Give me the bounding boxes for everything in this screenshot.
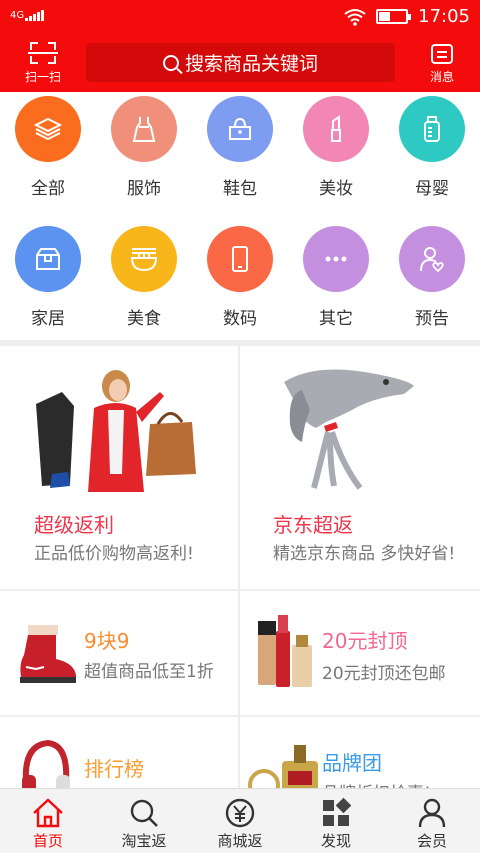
category-grid: 全部 服饰 鞋包 美妆 母婴 家居 美食 数码 其它 预告 bbox=[0, 92, 480, 342]
promo-twenty-yuan[interactable]: 20元封顶 20元封顶还包邮 bbox=[240, 591, 480, 715]
nav-label: 发现 bbox=[320, 832, 351, 850]
jd-mascot-image bbox=[284, 369, 414, 490]
category-label: 鞋包 bbox=[223, 179, 257, 199]
nav-member[interactable]: 会员 bbox=[384, 789, 480, 853]
battery-icon bbox=[376, 9, 412, 24]
nav-label: 首页 bbox=[32, 832, 63, 850]
promo-ranking[interactable]: 排行榜 bbox=[0, 717, 238, 788]
messages-label: 消息 bbox=[429, 70, 454, 84]
category-label: 母婴 bbox=[415, 179, 449, 199]
promo-super-rebate[interactable]: 超级返利 正品低价购物高返利! bbox=[0, 346, 238, 589]
promo-subtitle: 超值商品低至1折 bbox=[84, 662, 214, 682]
nav-home[interactable]: 首页 bbox=[0, 789, 96, 853]
category-food[interactable]: 美食 bbox=[96, 222, 192, 340]
home-icon bbox=[33, 798, 63, 828]
scan-button[interactable]: 扫一扫 bbox=[20, 42, 66, 86]
nav-taobao-rebate[interactable]: 淘宝返 bbox=[96, 789, 192, 853]
noodle-bowl-icon bbox=[111, 226, 177, 292]
promo-jd-rebate[interactable]: 京东超返 精选京东商品 多快好省! bbox=[240, 346, 480, 589]
bottom-nav: 首页 淘宝返 商城返 发现 会员 bbox=[0, 788, 480, 853]
promo-nine-yuan[interactable]: 9块9 超值商品低至1折 bbox=[0, 591, 238, 715]
search-icon bbox=[162, 54, 179, 71]
nav-label: 商城返 bbox=[217, 832, 263, 850]
category-label: 美妆 bbox=[319, 179, 353, 199]
user-icon bbox=[418, 798, 446, 828]
nav-label: 淘宝返 bbox=[121, 832, 167, 850]
search-placeholder: 搜索商品关键词 bbox=[184, 53, 318, 75]
top-bar: 4G 17:05 扫一扫 搜索商品关键词 消息 bbox=[0, 0, 480, 92]
scan-icon bbox=[28, 42, 58, 64]
promo-title: 超级返利 bbox=[34, 513, 114, 537]
promo-subtitle: 精选京东商品 多快好省! bbox=[273, 544, 456, 564]
dress-icon bbox=[111, 96, 177, 162]
category-shoes-bags[interactable]: 鞋包 bbox=[192, 92, 288, 210]
yen-coin-icon bbox=[225, 798, 255, 828]
scan-label: 扫一扫 bbox=[24, 70, 61, 84]
status-bar: 4G 17:05 bbox=[0, 0, 480, 34]
discover-grid-icon bbox=[323, 797, 352, 826]
category-label: 数码 bbox=[223, 309, 257, 329]
category-home[interactable]: 家居 bbox=[0, 222, 96, 340]
headphones-image bbox=[22, 739, 70, 788]
category-label: 全部 bbox=[31, 179, 65, 199]
perfume-image bbox=[248, 745, 318, 788]
search-bar[interactable]: 搜索商品关键词 bbox=[86, 43, 395, 82]
wifi-icon bbox=[344, 8, 366, 26]
nav-discover[interactable]: 发现 bbox=[288, 789, 384, 853]
category-maternity[interactable]: 母婴 bbox=[384, 92, 480, 210]
more-icon bbox=[303, 226, 369, 292]
nav-mall-rebate[interactable]: 商城返 bbox=[192, 789, 288, 853]
category-preview[interactable]: 预告 bbox=[384, 222, 480, 340]
promo-title: 9块9 bbox=[84, 629, 130, 653]
promo-title: 京东超返 bbox=[273, 513, 353, 537]
category-digital[interactable]: 数码 bbox=[192, 222, 288, 340]
category-label: 美食 bbox=[127, 309, 161, 329]
layers-icon bbox=[15, 96, 81, 162]
box-icon bbox=[15, 226, 81, 292]
category-clothing[interactable]: 服饰 bbox=[96, 92, 192, 210]
promo-title: 排行榜 bbox=[84, 757, 144, 781]
phone-icon bbox=[207, 226, 273, 292]
message-icon bbox=[431, 44, 453, 64]
nav-label: 会员 bbox=[416, 832, 447, 850]
handbag-icon bbox=[207, 96, 273, 162]
search-icon bbox=[130, 799, 158, 827]
category-label: 服饰 bbox=[127, 179, 161, 199]
category-label: 其它 bbox=[319, 309, 353, 329]
promo-subtitle: 20元封顶还包邮 bbox=[322, 664, 446, 684]
network-type: 4G bbox=[10, 10, 25, 21]
signal-indicator: 4G bbox=[10, 10, 45, 21]
boot-image bbox=[20, 625, 76, 683]
category-beauty[interactable]: 美妆 bbox=[288, 92, 384, 210]
category-other[interactable]: 其它 bbox=[288, 222, 384, 340]
promo-title: 20元封顶 bbox=[322, 629, 408, 653]
cosmetics-image bbox=[258, 615, 312, 687]
promo-subtitle: 品牌折扣抢惠! bbox=[322, 779, 431, 788]
baby-bottle-icon bbox=[399, 96, 465, 162]
clock: 17:05 bbox=[418, 6, 470, 27]
promo-brand-group[interactable]: 品牌团 品牌折扣抢惠! bbox=[240, 717, 480, 788]
fashion-model-image bbox=[36, 370, 196, 492]
lipstick-icon bbox=[303, 96, 369, 162]
person-heart-icon bbox=[399, 226, 465, 292]
messages-button[interactable]: 消息 bbox=[422, 44, 462, 86]
promo-subtitle: 正品低价购物高返利! bbox=[34, 544, 194, 564]
category-all[interactable]: 全部 bbox=[0, 92, 96, 210]
promo-title: 品牌团 bbox=[322, 751, 382, 775]
category-label: 预告 bbox=[415, 309, 449, 329]
category-label: 家居 bbox=[31, 309, 65, 329]
